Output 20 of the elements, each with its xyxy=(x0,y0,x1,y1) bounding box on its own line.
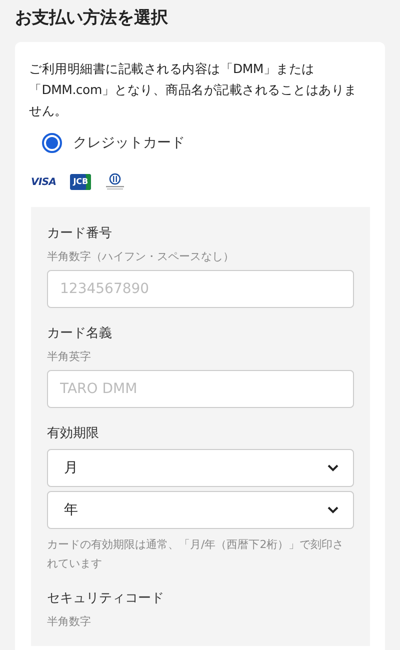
field-hint: 半角数字 xyxy=(47,614,92,629)
dropdown[interactable]: 年 xyxy=(47,491,354,529)
radio-option[interactable]: クレジットカード xyxy=(42,133,185,153)
diners-club-logo xyxy=(105,173,126,191)
input-field[interactable]: TARO DMM xyxy=(47,370,354,408)
chevron-down-icon xyxy=(327,506,339,514)
field-label: カード番号 xyxy=(47,225,113,242)
field-label: 有効期限 xyxy=(47,425,100,442)
chevron-down-icon xyxy=(327,464,339,472)
dropdown[interactable]: 月 xyxy=(47,449,354,487)
field-hint: 半角数字（ハイフン・スペースなし） xyxy=(47,249,235,264)
page-title: お支払い方法を選択 xyxy=(15,7,169,30)
visa-logo: VISA xyxy=(31,176,56,188)
field-note: カードの有効期限は通常、「月/年（西暦下2桁）」で刻印されています xyxy=(47,537,345,572)
field-hint: 半角英字 xyxy=(47,349,92,364)
jcb-logo: JCB xyxy=(70,174,92,190)
input-field[interactable]: 1234567890 xyxy=(47,270,354,308)
field-label: カード名義 xyxy=(47,325,113,342)
field-label: セキュリティコード xyxy=(47,590,165,607)
notice-text: ご利用明細書に記載される内容は「DMM」または「DMM.com」となり、商品名が記載されることはありません。 xyxy=(29,60,358,120)
